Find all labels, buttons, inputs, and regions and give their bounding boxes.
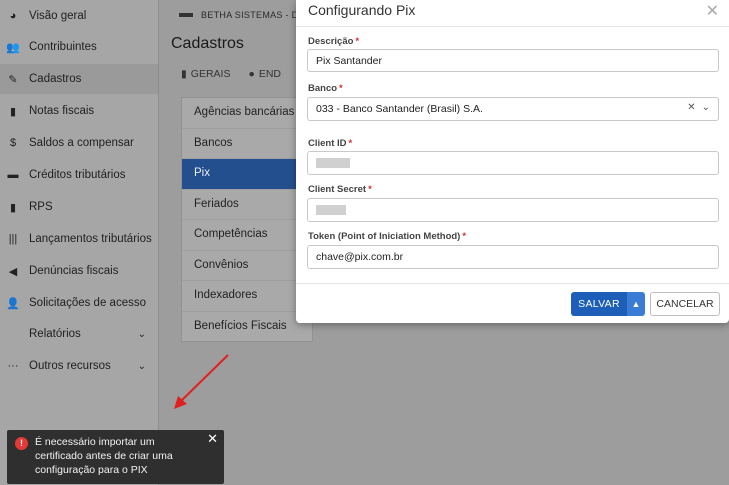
toast-message: É necessário importar um certificado ant…: [35, 436, 173, 476]
annotation-arrow: [174, 354, 229, 409]
close-icon[interactable]: ✕: [207, 432, 218, 446]
error-toast: ! É necessário importar um certificado a…: [7, 430, 224, 484]
error-icon: !: [15, 437, 28, 450]
